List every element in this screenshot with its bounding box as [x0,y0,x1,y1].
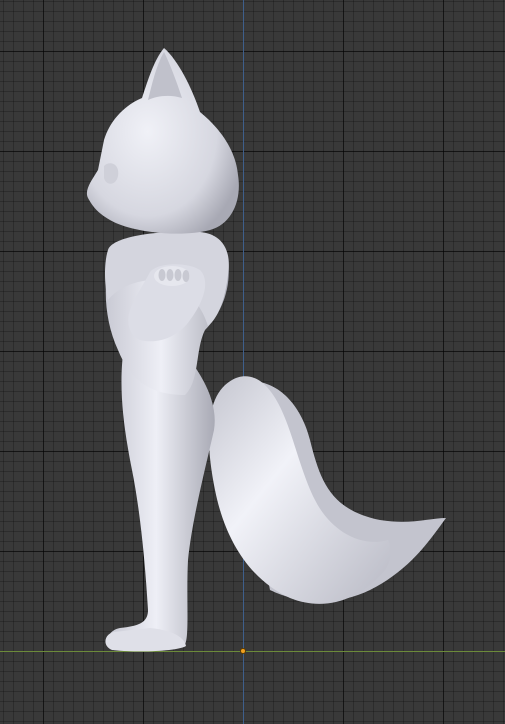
3d-viewport[interactable] [0,0,505,724]
paw [154,266,190,286]
tail-main [208,376,391,604]
object-origin-dot[interactable] [240,648,246,654]
fox-character-model[interactable] [0,0,505,724]
